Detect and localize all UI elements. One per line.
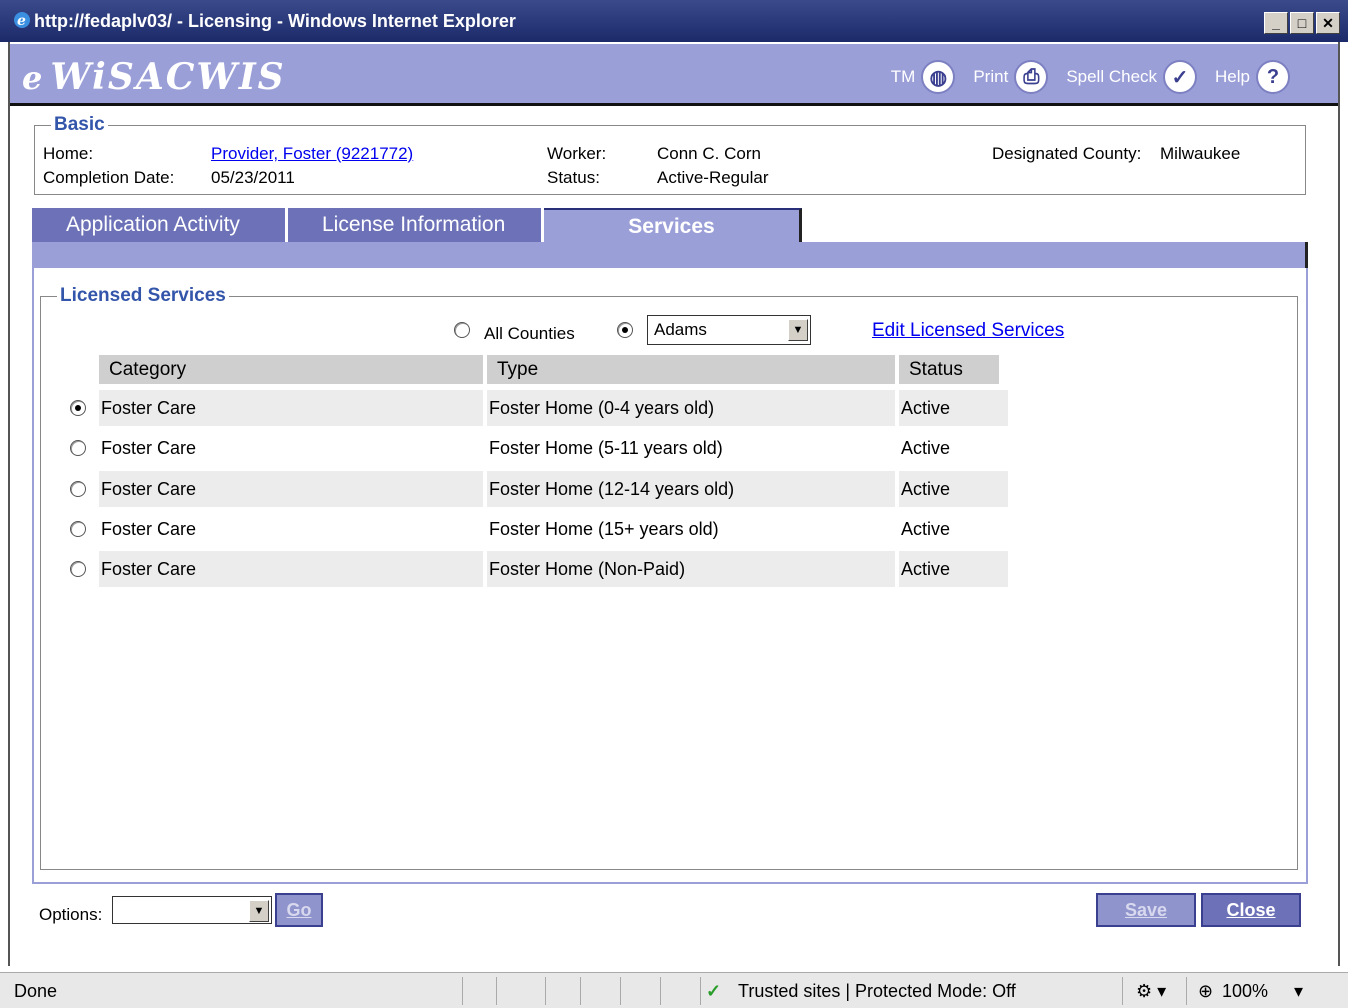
status-value: Active-Regular xyxy=(657,168,769,187)
close-window-button[interactable]: ✕ xyxy=(1316,12,1340,34)
options-label: Options: xyxy=(39,905,103,924)
spell-check-label: Spell Check xyxy=(1066,67,1158,86)
logo-e: e xyxy=(22,59,45,97)
zoom-dropdown-icon[interactable]: ▾ xyxy=(1294,981,1303,1002)
designated-county-value: Milwaukee xyxy=(1160,144,1241,163)
cell-type: Foster Home (5-11 years old) xyxy=(489,438,723,459)
help-icon: ? xyxy=(1256,60,1290,94)
spell-check-icon: ✓ xyxy=(1163,60,1198,94)
county-radio[interactable] xyxy=(617,322,633,338)
status-label: Status: xyxy=(547,168,600,187)
cell-status: Active xyxy=(901,438,951,459)
security-zone: Trusted sites | Protected Mode: Off xyxy=(738,981,1016,1001)
cell-status: Active xyxy=(899,470,1008,507)
licensed-services-legend: Licensed Services xyxy=(57,285,229,307)
cell-category: Foster Care xyxy=(99,470,483,507)
chevron-down-icon: ▼ xyxy=(249,900,269,922)
designated-county-label: Designated County: xyxy=(992,144,1142,163)
all-counties-label: All Counties xyxy=(484,324,575,343)
chevron-down-icon: ▼ xyxy=(788,319,808,341)
header-type: Type xyxy=(487,355,895,384)
basic-section: Basic Home: Provider, Foster (9221772) C… xyxy=(34,114,1306,195)
tm-tool[interactable]: TM ◍ xyxy=(891,60,956,94)
go-button[interactable]: Go xyxy=(275,893,323,927)
spell-check-tool[interactable]: Spell Check ✓ xyxy=(1066,60,1198,94)
check-icon: ✓ xyxy=(706,981,722,1001)
maximize-button[interactable]: □ xyxy=(1290,12,1314,34)
row-select-radio[interactable] xyxy=(70,480,86,497)
globe-icon: ◍ xyxy=(921,60,956,94)
close-button[interactable]: Close xyxy=(1201,893,1301,927)
cell-status: Active xyxy=(899,551,1008,588)
printer-icon: ⎙ xyxy=(1014,60,1049,94)
county-select[interactable]: Adams ▼ xyxy=(647,315,811,345)
minimize-button[interactable]: _ xyxy=(1264,12,1288,34)
tm-label: TM xyxy=(890,67,916,86)
cell-category: Foster Care xyxy=(99,551,483,588)
table-row[interactable]: Foster Care Foster Home (5-11 years old) A… xyxy=(60,430,1008,466)
status-done: Done xyxy=(14,981,58,1001)
status-bar: Done ✓ Trusted sites | Protected Mode: O… xyxy=(0,972,1348,1008)
cell-type: Foster Home (15+ years old) xyxy=(489,518,719,539)
county-select-value: Adams xyxy=(654,320,707,339)
table-row[interactable]: Foster Care Foster Home (12-14 years old)… xyxy=(60,470,1008,507)
save-button[interactable]: Save xyxy=(1096,893,1196,927)
app-header: e WiSACWIS TM ◍ Print ⎙ Spell Check ✓ Hel… xyxy=(10,44,1338,106)
tab-license-information[interactable]: License Information xyxy=(288,208,544,242)
tab-application-activity[interactable]: Application Activity xyxy=(32,208,288,242)
header-category: Category xyxy=(99,355,483,384)
cell-status: Active xyxy=(901,518,951,539)
table-row[interactable]: Foster Care Foster Home (15+ years old) Ac… xyxy=(60,511,1008,547)
table-row[interactable]: Foster Care Foster Home (0-4 years old) Ac… xyxy=(60,390,1008,426)
completion-date-value: 05/23/2011 xyxy=(211,168,295,187)
row-select-radio[interactable] xyxy=(70,440,86,457)
cell-type: Foster Home (0-4 years old) xyxy=(487,390,895,426)
row-select-radio[interactable] xyxy=(70,520,86,537)
row-select-radio[interactable] xyxy=(70,561,86,578)
cell-category: Foster Care xyxy=(101,438,197,459)
cell-type: Foster Home (12-14 years old) xyxy=(487,470,895,507)
tab-strip: Application Activity License Information… xyxy=(32,208,802,242)
cell-status: Active xyxy=(899,390,1008,426)
completion-date-label: Completion Date: xyxy=(43,168,175,187)
all-counties-radio[interactable] xyxy=(454,322,470,338)
tab-content-bar xyxy=(32,242,1308,268)
zoom-level[interactable]: 100% xyxy=(1222,981,1268,1002)
cell-category: Foster Care xyxy=(99,390,483,426)
zone-settings-icon[interactable]: ⚙ ▾ xyxy=(1136,981,1166,1002)
print-tool[interactable]: Print ⎙ xyxy=(973,60,1049,94)
logo-name: WiSACWIS xyxy=(50,56,286,98)
home-link[interactable]: Provider, Foster (9221772) xyxy=(211,144,413,164)
help-label: Help xyxy=(1215,67,1250,86)
worker-value: Conn C. Corn xyxy=(657,144,761,163)
cell-category: Foster Care xyxy=(101,518,197,539)
help-tool[interactable]: Help ? xyxy=(1215,60,1290,94)
table-row[interactable]: Foster Care Foster Home (Non-Paid) Active xyxy=(60,551,1008,588)
svg-text:e: e xyxy=(17,13,26,29)
window-titlebar: e http://fedaplv03/ - Licensing - Window… xyxy=(0,0,1348,42)
zoom-icon: ⊕ xyxy=(1198,981,1214,1001)
row-select-radio[interactable] xyxy=(70,400,86,416)
header-status: Status xyxy=(899,355,999,384)
home-label: Home: xyxy=(43,144,94,163)
cell-type: Foster Home (Non-Paid) xyxy=(487,551,895,588)
options-select[interactable]: ▼ xyxy=(112,896,272,924)
basic-legend: Basic xyxy=(51,114,108,136)
print-label: Print xyxy=(973,67,1009,86)
edit-licensed-services-link[interactable]: Edit Licensed Services xyxy=(872,320,1064,342)
worker-label: Worker: xyxy=(547,144,607,163)
app-logo: e WiSACWIS xyxy=(22,56,342,104)
tab-services[interactable]: Services xyxy=(544,208,802,242)
window-title: http://fedaplv03/ - Licensing - Windows … xyxy=(34,11,516,31)
ie-icon: e xyxy=(14,12,30,29)
